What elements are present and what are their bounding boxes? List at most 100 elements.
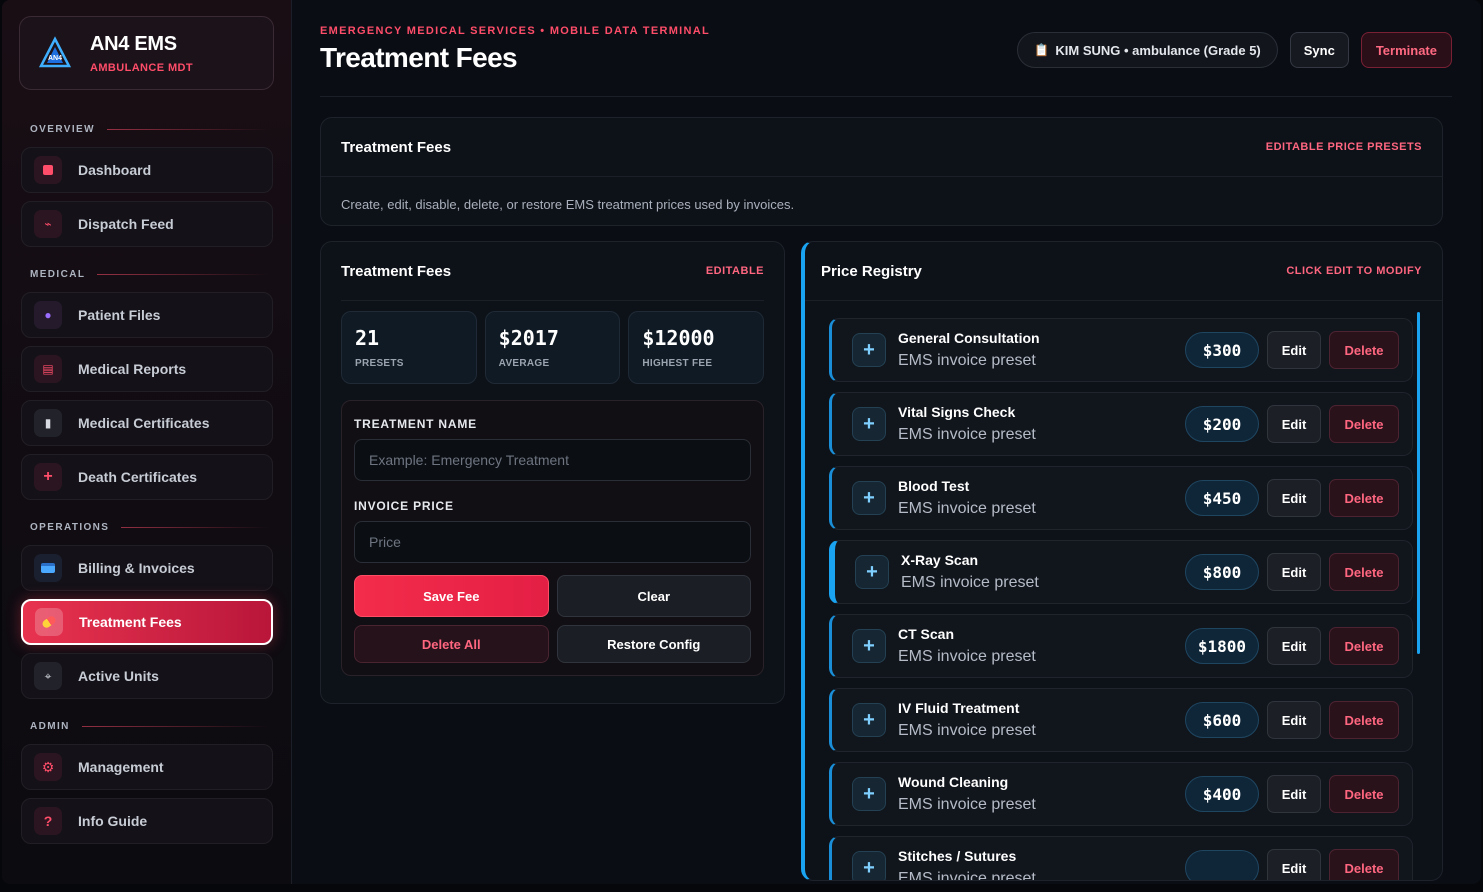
registry-item-sub: EMS invoice preset — [898, 352, 1036, 369]
sidebar-item-label: Management — [78, 759, 164, 775]
save-fee-button[interactable]: Save Fee — [354, 575, 549, 617]
sidebar-item-label: Billing & Invoices — [78, 560, 195, 576]
delete-button[interactable]: Delete — [1329, 775, 1399, 813]
delete-button[interactable]: Delete — [1329, 479, 1399, 517]
edit-button[interactable]: Edit — [1267, 479, 1321, 517]
add-to-invoice-button[interactable]: + — [852, 703, 886, 737]
delete-button[interactable]: Delete — [1329, 701, 1399, 739]
form-card-tag: EDITABLE — [705, 265, 764, 277]
add-to-invoice-button[interactable]: + — [852, 851, 886, 880]
plus-icon: + — [863, 782, 875, 805]
treatment-name-label: TREATMENT NAME — [354, 417, 477, 431]
registry-item-name: Vital Signs Check — [898, 404, 1016, 420]
sidebar-item-death-certificates[interactable]: + Death Certificates — [21, 454, 273, 500]
stats-row: 21 PRESETS $2017 AVERAGE $12000 HIGHEST … — [341, 311, 765, 384]
edit-button[interactable]: Edit — [1267, 627, 1321, 665]
stat-value: 21 — [355, 326, 380, 350]
delete-button[interactable]: Delete — [1329, 849, 1399, 880]
plus-icon: + — [863, 338, 875, 361]
add-to-invoice-button[interactable]: + — [852, 629, 886, 663]
registry-title: Price Registry — [821, 262, 922, 280]
registry-item-price — [1185, 850, 1259, 880]
sidebar-item-info-guide[interactable]: ? Info Guide — [21, 798, 273, 844]
add-to-invoice-button[interactable]: + — [855, 555, 889, 589]
delete-button[interactable]: Delete — [1329, 627, 1399, 665]
edit-button[interactable]: Edit — [1267, 553, 1321, 591]
add-to-invoice-button[interactable]: + — [852, 481, 886, 515]
registry-row: + Wound Cleaning EMS invoice preset $400 Edi… — [829, 762, 1413, 826]
registry-row: + Blood Test EMS invoice preset $450 Edit Del… — [829, 466, 1413, 530]
stat-label: AVERAGE — [498, 358, 550, 369]
page-title: Treatment Fees — [320, 42, 518, 73]
page-eyebrow: EMERGENCY MEDICAL SERVICES • MOBILE DATA… — [320, 25, 711, 37]
svg-text:AN4: AN4 — [48, 55, 62, 62]
registry-item-sub: EMS invoice preset — [898, 870, 1036, 881]
plus-icon: + — [866, 560, 878, 583]
plus-icon: + — [863, 486, 875, 509]
certificate-icon: ▮ — [34, 409, 62, 437]
sidebar-item-medical-reports[interactable]: ▤ Medical Reports — [21, 346, 273, 392]
sidebar-item-management[interactable]: ⚙ Management — [21, 744, 273, 790]
registry-row-text: X-Ray Scan EMS invoice preset — [901, 552, 1185, 592]
terminate-button[interactable]: Terminate — [1360, 32, 1452, 68]
user-pill[interactable]: 📋 KIM SUNG • ambulance (Grade 5) — [1017, 32, 1278, 68]
sidebar-item-label: Dispatch Feed — [78, 216, 174, 232]
registry-item-price: $800 — [1185, 554, 1259, 590]
sidebar-item-dispatch-feed[interactable]: ⌁ Dispatch Feed — [21, 201, 273, 247]
plus-icon: + — [863, 708, 875, 731]
delete-button[interactable]: Delete — [1329, 405, 1399, 443]
sidebar-item-billing-invoices[interactable]: Billing & Invoices — [21, 545, 273, 591]
sidebar-item-patient-files[interactable]: ● Patient Files — [21, 292, 273, 338]
registry-row-text: Stitches / Sutures EMS invoice preset — [898, 848, 1185, 881]
registry-row-text: IV Fluid Treatment EMS invoice preset — [898, 700, 1185, 740]
info-card: Treatment Fees EDITABLE PRICE PRESETS Cr… — [320, 117, 1443, 226]
delete-button[interactable]: Delete — [1329, 331, 1399, 369]
registry-row: + Vital Signs Check EMS invoice preset $200… — [829, 392, 1413, 456]
sidebar-item-label: Dashboard — [78, 162, 152, 178]
sync-button[interactable]: Sync — [1289, 32, 1349, 68]
edit-button[interactable]: Edit — [1267, 849, 1321, 880]
stat-value: $12000 — [642, 326, 715, 350]
registry-item-price: $600 — [1185, 702, 1259, 738]
registry-row-text: CT Scan EMS invoice preset — [898, 626, 1185, 666]
header-actions: 📋 KIM SUNG • ambulance (Grade 5) Sync Te… — [1017, 32, 1452, 68]
edit-button[interactable]: Edit — [1267, 331, 1321, 369]
sidebar-item-active-units[interactable]: ⌖ Active Units — [21, 653, 273, 699]
sidebar-item-dashboard[interactable]: Dashboard — [21, 147, 273, 193]
registry-item-price: $1800 — [1184, 628, 1259, 664]
main-content: EMERGENCY MEDICAL SERVICES • MOBILE DATA… — [292, 0, 1481, 884]
registry-row: + General Consultation EMS invoice preset $… — [829, 318, 1413, 382]
clear-button[interactable]: Clear — [556, 575, 751, 617]
registry-item-name: CT Scan — [898, 626, 955, 642]
sidebar-item-treatment-fees[interactable]: Treatment Fees — [21, 599, 273, 645]
registry-item-price: $300 — [1185, 332, 1259, 368]
registry-item-name: Blood Test — [898, 478, 970, 494]
sidebar-item-label: Medical Certificates — [78, 415, 210, 431]
gear-icon: ⚙ — [34, 753, 62, 781]
registry-row-text: Wound Cleaning EMS invoice preset — [898, 774, 1185, 814]
stat-presets: 21 PRESETS — [341, 311, 477, 384]
plus-icon: + — [863, 412, 875, 435]
restore-config-button[interactable]: Restore Config — [556, 625, 751, 663]
registry-scrollbar[interactable] — [1417, 312, 1420, 654]
add-to-invoice-button[interactable]: + — [852, 333, 886, 367]
sidebar-item-label: Medical Reports — [78, 361, 187, 377]
add-to-invoice-button[interactable]: + — [852, 777, 886, 811]
info-card-tag: EDITABLE PRICE PRESETS — [1265, 141, 1422, 153]
delete-all-button[interactable]: Delete All — [354, 625, 549, 663]
registry-tag: CLICK EDIT TO MODIFY — [1286, 265, 1422, 277]
sidebar-item-medical-certificates[interactable]: ▮ Medical Certificates — [21, 400, 273, 446]
brand-subtitle: AMBULANCE MDT — [90, 61, 193, 74]
edit-button[interactable]: Edit — [1267, 775, 1321, 813]
invoice-price-input[interactable] — [354, 521, 751, 563]
sidebar-item-label: Active Units — [78, 668, 159, 684]
treatment-name-input[interactable] — [354, 439, 751, 481]
edit-button[interactable]: Edit — [1267, 405, 1321, 443]
delete-button[interactable]: Delete — [1329, 553, 1399, 591]
edit-button[interactable]: Edit — [1267, 701, 1321, 739]
registry-row-text: Vital Signs Check EMS invoice preset — [898, 404, 1185, 444]
add-to-invoice-button[interactable]: + — [852, 407, 886, 441]
sidebar-item-label: Death Certificates — [78, 469, 198, 485]
dashboard-icon — [34, 156, 62, 184]
registry-item-sub: EMS invoice preset — [901, 574, 1039, 591]
